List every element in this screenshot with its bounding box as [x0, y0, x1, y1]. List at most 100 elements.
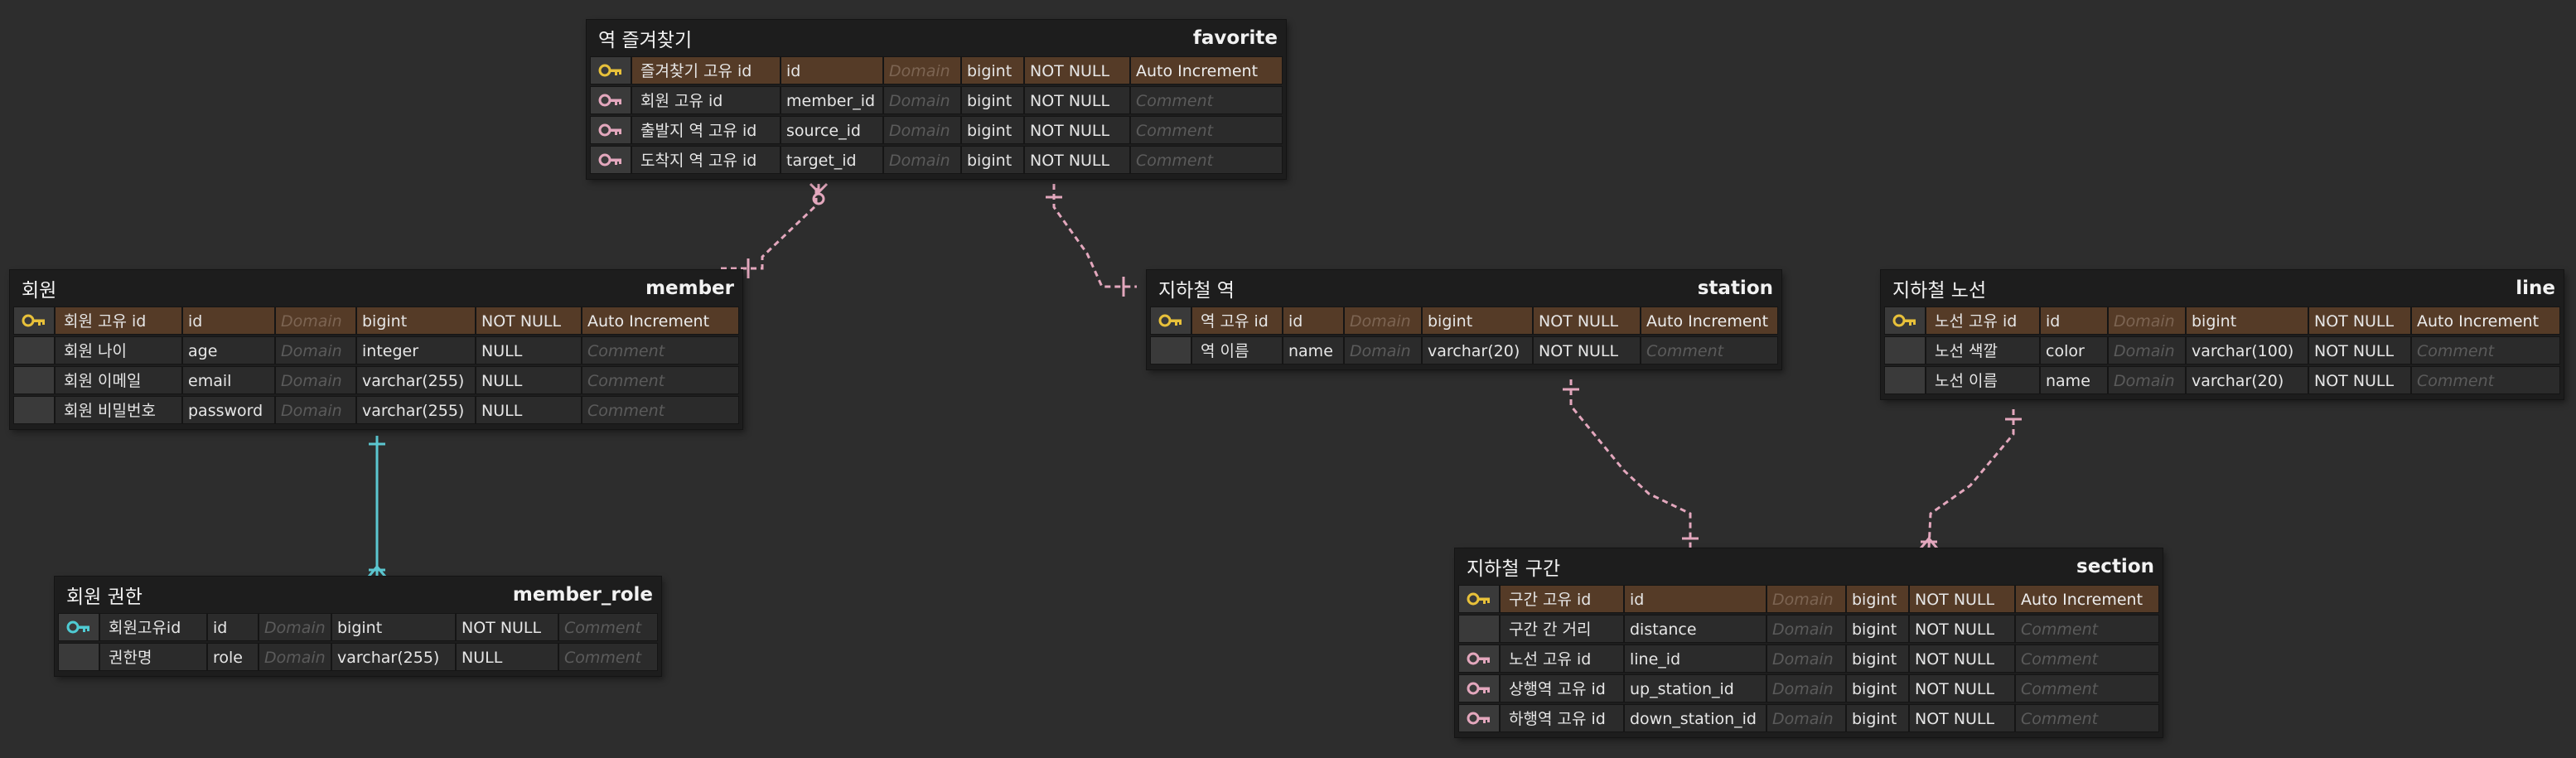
nullability[interactable]: NOT NULL	[1533, 336, 1641, 365]
entity-header[interactable]: 역 즐겨찾기 favorite	[587, 20, 1286, 56]
domain[interactable]: Domain	[275, 396, 356, 424]
comment[interactable]: Comment	[558, 613, 658, 641]
attribute-row[interactable]: 노선 이름 name Domain varchar(20) NOT NULL Commen…	[1884, 366, 2560, 394]
logical-name[interactable]: 권한명	[99, 643, 207, 671]
attribute-row[interactable]: 노선 색깔 color Domain varchar(100) NOT NULL Comm…	[1884, 336, 2560, 365]
nullability[interactable]: NOT NULL	[2308, 366, 2411, 394]
nullability[interactable]: NOT NULL	[2308, 336, 2411, 365]
comment[interactable]: Comment	[558, 643, 658, 671]
domain[interactable]: Domain	[259, 613, 331, 641]
physical-name[interactable]: password	[182, 396, 275, 424]
attribute-row[interactable]: 역 이름 name Domain varchar(20) NOT NULL Comment	[1150, 336, 1778, 365]
entity-header[interactable]: 지하철 노선 line	[1881, 270, 2564, 307]
domain[interactable]: Domain	[1766, 645, 1846, 673]
attribute-row[interactable]: 즐겨찾기 고유 id id Domain bigint NOT NULL Auto Inc…	[590, 56, 1283, 84]
nullability[interactable]: NOT NULL	[1024, 146, 1130, 174]
data-type[interactable]: bigint	[1846, 674, 1909, 702]
logical-name[interactable]: 노선 이름	[1926, 366, 2040, 394]
entity-line[interactable]: 지하철 노선 line 노선 고유 id id Domain bigint NOT NULL…	[1881, 270, 2564, 399]
data-type[interactable]: bigint	[1846, 615, 1909, 643]
logical-name[interactable]: 노선 고유 id	[1926, 307, 2040, 335]
data-type[interactable]: bigint	[331, 613, 456, 641]
physical-name[interactable]: distance	[1624, 615, 1766, 643]
domain[interactable]: Domain	[1766, 704, 1846, 732]
comment[interactable]: Auto Increment	[1130, 56, 1283, 84]
logical-name[interactable]: 회원 비밀번호	[55, 396, 182, 424]
physical-name[interactable]: color	[2040, 336, 2108, 365]
comment[interactable]: Comment	[2015, 645, 2159, 673]
domain[interactable]: Domain	[1344, 336, 1422, 365]
domain[interactable]: Domain	[883, 116, 961, 144]
nullability[interactable]: NULL	[476, 336, 582, 365]
attribute-row[interactable]: 상행역 고유 id up_station_id Domain bigint NOT NU…	[1458, 674, 2159, 702]
domain[interactable]: Domain	[1766, 615, 1846, 643]
domain[interactable]: Domain	[275, 366, 356, 394]
comment[interactable]: Comment	[2015, 704, 2159, 732]
entity-member[interactable]: 회원 member 회원 고유 id id Domain bigint NOT NULL Au…	[10, 270, 742, 429]
comment[interactable]: Comment	[2015, 674, 2159, 702]
logical-name[interactable]: 즐겨찾기 고유 id	[631, 56, 781, 84]
logical-name[interactable]: 역 이름	[1191, 336, 1283, 365]
nullability[interactable]: NOT NULL	[1024, 116, 1130, 144]
comment[interactable]: Auto Increment	[2411, 307, 2560, 335]
data-type[interactable]: varchar(255)	[356, 396, 476, 424]
nullability[interactable]: NOT NULL	[1024, 86, 1130, 114]
attribute-row[interactable]: 도착지 역 고유 id target_id Domain bigint NOT NULL…	[590, 146, 1283, 174]
logical-name[interactable]: 구간 고유 id	[1500, 585, 1624, 613]
logical-name[interactable]: 회원 고유 id	[631, 86, 781, 114]
logical-name[interactable]: 구간 간 거리	[1500, 615, 1624, 643]
domain[interactable]: Domain	[883, 146, 961, 174]
nullability[interactable]: NOT NULL	[1909, 704, 2015, 732]
physical-name[interactable]: id	[1624, 585, 1766, 613]
physical-name[interactable]: id	[781, 56, 883, 84]
nullability[interactable]: NOT NULL	[456, 613, 558, 641]
comment[interactable]: Auto Increment	[2015, 585, 2159, 613]
physical-name[interactable]: target_id	[781, 146, 883, 174]
comment[interactable]: Comment	[2411, 336, 2560, 365]
entity-header[interactable]: 지하철 구간 section	[1455, 548, 2163, 585]
physical-name[interactable]: source_id	[781, 116, 883, 144]
physical-name[interactable]: id	[2040, 307, 2108, 335]
physical-name[interactable]: age	[182, 336, 275, 365]
attribute-row[interactable]: 출발지 역 고유 id source_id Domain bigint NOT NULL…	[590, 116, 1283, 144]
attribute-row[interactable]: 권한명 role Domain varchar(255) NULL Comment	[58, 643, 658, 671]
nullability[interactable]: NOT NULL	[2308, 307, 2411, 335]
comment[interactable]: Comment	[2015, 615, 2159, 643]
domain[interactable]: Domain	[883, 86, 961, 114]
data-type[interactable]: varchar(20)	[1422, 336, 1533, 365]
physical-name[interactable]: line_id	[1624, 645, 1766, 673]
domain[interactable]: Domain	[259, 643, 331, 671]
entity-header[interactable]: 회원 member	[10, 270, 742, 307]
logical-name[interactable]: 역 고유 id	[1191, 307, 1283, 335]
attribute-row[interactable]: 회원고유id id Domain bigint NOT NULL Comment	[58, 613, 658, 641]
domain[interactable]: Domain	[2108, 307, 2186, 335]
physical-name[interactable]: member_id	[781, 86, 883, 114]
data-type[interactable]: bigint	[961, 56, 1024, 84]
physical-name[interactable]: name	[1283, 336, 1344, 365]
nullability[interactable]: NOT NULL	[476, 307, 582, 335]
data-type[interactable]: bigint	[1846, 704, 1909, 732]
logical-name[interactable]: 회원고유id	[99, 613, 207, 641]
logical-name[interactable]: 회원 이메일	[55, 366, 182, 394]
logical-name[interactable]: 하행역 고유 id	[1500, 704, 1624, 732]
physical-name[interactable]: id	[207, 613, 259, 641]
nullability[interactable]: NOT NULL	[1909, 615, 2015, 643]
nullability[interactable]: NULL	[476, 366, 582, 394]
physical-name[interactable]: name	[2040, 366, 2108, 394]
data-type[interactable]: varchar(20)	[2186, 366, 2308, 394]
domain[interactable]: Domain	[1766, 674, 1846, 702]
comment[interactable]: Comment	[582, 336, 739, 365]
attribute-row[interactable]: 역 고유 id id Domain bigint NOT NULL Auto Increm…	[1150, 307, 1778, 335]
physical-name[interactable]: down_station_id	[1624, 704, 1766, 732]
entity-station[interactable]: 지하철 역 station 역 고유 id id Domain bigint NOT NUL…	[1147, 270, 1781, 369]
logical-name[interactable]: 노선 색깔	[1926, 336, 2040, 365]
physical-name[interactable]: email	[182, 366, 275, 394]
comment[interactable]: Comment	[1130, 86, 1283, 114]
data-type[interactable]: varchar(100)	[2186, 336, 2308, 365]
data-type[interactable]: bigint	[1846, 585, 1909, 613]
attribute-row[interactable]: 노선 고유 id line_id Domain bigint NOT NULL Comme…	[1458, 645, 2159, 673]
comment[interactable]: Comment	[582, 366, 739, 394]
comment[interactable]: Comment	[1641, 336, 1778, 365]
comment[interactable]: Auto Increment	[582, 307, 739, 335]
logical-name[interactable]: 상행역 고유 id	[1500, 674, 1624, 702]
